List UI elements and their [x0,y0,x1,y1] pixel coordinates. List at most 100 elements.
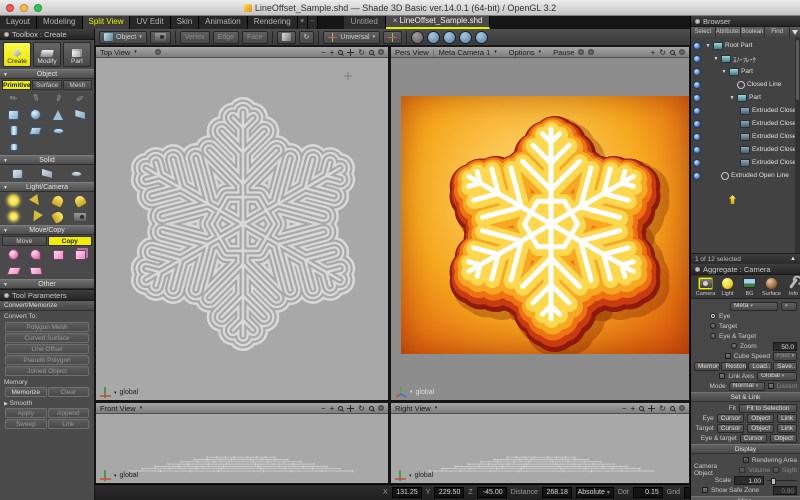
scale-slider[interactable] [767,480,797,481]
grid-snap-button[interactable] [277,31,296,44]
texture-toggle-icon[interactable] [443,31,456,44]
tree-row[interactable]: ▼ ｽﾉｰﾌﾚｰｸ [691,52,800,65]
right-axis-widget[interactable]: ▾global [395,470,433,481]
target-link-button[interactable]: Link [777,424,797,433]
browser-tab[interactable]: Find [765,27,790,37]
aggregate-tab[interactable]: Light [718,277,737,297]
eye-link-button[interactable]: Link [777,414,797,423]
linear-light-icon[interactable] [25,209,46,224]
clear-button[interactable]: Clear [48,387,90,397]
line-tool-icon[interactable]: ✎ [3,91,24,106]
smooth-label[interactable]: ▶ Smooth [0,398,94,408]
object-mode-dropdown[interactable]: Object▾ [99,31,147,44]
render-quality-icon[interactable] [588,49,594,55]
tree-row[interactable]: ▼ Extruded Closed [691,117,800,130]
visibility-sphere-icon[interactable] [693,159,701,167]
copy-mirror-icon[interactable] [48,247,69,262]
distant-light-icon[interactable] [48,193,69,208]
set-link-section-bar[interactable]: Set & Link [691,392,800,402]
object-section-bar[interactable]: ▼Object [0,69,94,79]
toolbox-header[interactable]: Toolbox : Create [0,29,94,40]
restore-button[interactable]: Restore [721,362,747,371]
visibility-sphere-icon[interactable] [693,107,701,115]
view-options-icon[interactable] [679,405,685,411]
front-viewport-canvas[interactable]: ▾global [96,414,388,483]
magnifier-icon[interactable] [338,50,343,55]
workspace-tab[interactable]: Split View [83,16,131,29]
ambient-light-icon[interactable] [3,209,24,224]
top-axis-widget[interactable]: ▾global [100,387,138,398]
camera-mode-button[interactable] [150,31,171,44]
magnifier-icon[interactable] [639,406,644,411]
move-copy-section-bar[interactable]: ▼Move/Copy [0,225,94,235]
panel-collapse-icon[interactable] [695,19,700,24]
tree-row[interactable]: ▼ Root Part [691,39,800,52]
convert-button[interactable]: Line Offset [5,344,89,354]
circle-tool-icon[interactable]: ✎ [70,91,91,106]
pan-icon[interactable] [347,49,354,56]
pers-viewport-canvas[interactable]: ▾global [391,58,689,400]
zoom-region-icon[interactable] [369,406,374,411]
tube-primitive-icon[interactable] [3,139,24,154]
vertex-mode-button[interactable]: Vertex [180,31,210,44]
visibility-sphere-icon[interactable] [693,68,701,76]
tree-row[interactable]: ▼ Closed Line [691,78,800,91]
radio-icon[interactable] [710,323,716,329]
view-options-icon[interactable] [679,49,685,55]
shading-mode-icon[interactable] [411,31,424,44]
tool-parameters-header[interactable]: Tool Parameters [0,290,94,301]
sphere-primitive-icon[interactable] [25,107,46,122]
wireframe-toggle-icon[interactable] [427,31,440,44]
tab-collapse-button[interactable]: − [308,16,318,29]
filter-icon[interactable] [790,27,800,37]
display-section-bar[interactable]: Display [691,444,800,454]
zoom-out-icon[interactable]: − [321,404,326,413]
cylinder-primitive-icon[interactable] [3,123,24,138]
doc-tab-active[interactable]: ×LineOffset_Sample.shd [386,16,491,29]
copy-translate-icon[interactable] [3,247,24,262]
radio-icon[interactable] [731,343,737,349]
shadow-toggle-icon[interactable] [459,31,472,44]
preview-render-icon[interactable] [475,31,488,44]
link-axis-dropdown[interactable]: Global▾ [757,372,797,381]
chevron-down-icon[interactable]: ▼ [705,43,711,49]
workspace-tab[interactable]: Skin [171,16,200,29]
solid-revolve-icon[interactable] [62,166,91,181]
move-copy-tab[interactable]: Move [2,236,47,246]
zoom-in-icon[interactable]: + [651,48,656,57]
pers-axis-widget[interactable]: ▾global [395,386,434,398]
workspace-tab[interactable]: Layout [0,16,37,29]
solid-section-bar[interactable]: ▼Solid [0,155,94,165]
workspace-tab[interactable]: Animation [199,16,248,29]
convert-button[interactable]: Curved Surface [5,333,89,343]
dot-value[interactable]: 0.15 [633,487,663,498]
collapse-up-icon[interactable]: ▲ [790,256,796,262]
sight-checkbox[interactable] [773,467,779,473]
chevron-down-icon[interactable]: ▼ [721,69,727,75]
copy-rotate-icon[interactable] [25,247,46,262]
zoom-in-icon[interactable]: + [330,48,335,57]
safe-zone-checkbox[interactable] [702,487,708,493]
camera-select-dropdown[interactable]: Meta Camera 1 [439,48,491,57]
top-viewport-canvas[interactable]: ▾global [96,58,388,400]
object-type-tab[interactable]: Primitive [2,80,31,90]
tab-options-button[interactable]: ▾ [298,16,308,29]
scale-value-field[interactable]: 1.00 [734,476,764,485]
visibility-sphere-icon[interactable] [693,120,701,128]
x-value[interactable]: 131.25 [392,487,422,498]
zoom-out-icon[interactable]: − [622,404,627,413]
view-options-icon[interactable] [378,405,384,411]
camera-lock-icon[interactable] [155,49,161,55]
browser-header[interactable]: Browser [691,16,800,27]
aggregate-tab[interactable]: Camera [696,277,715,297]
close-tab-icon[interactable]: × [393,16,398,25]
chevron-down-icon[interactable]: ▼ [729,95,735,101]
view-options-icon[interactable] [378,49,384,55]
disc-primitive-icon[interactable] [48,123,69,138]
panel-collapse-icon[interactable] [695,267,700,272]
rotate-view-icon[interactable]: ↻ [659,48,666,57]
tree-row[interactable]: ▼ Extruded Closed [691,156,800,169]
radio-icon[interactable] [710,313,716,319]
rendering-area-checkbox[interactable]: ✓ [743,457,749,463]
browser-tab[interactable]: Boolean [741,27,766,37]
